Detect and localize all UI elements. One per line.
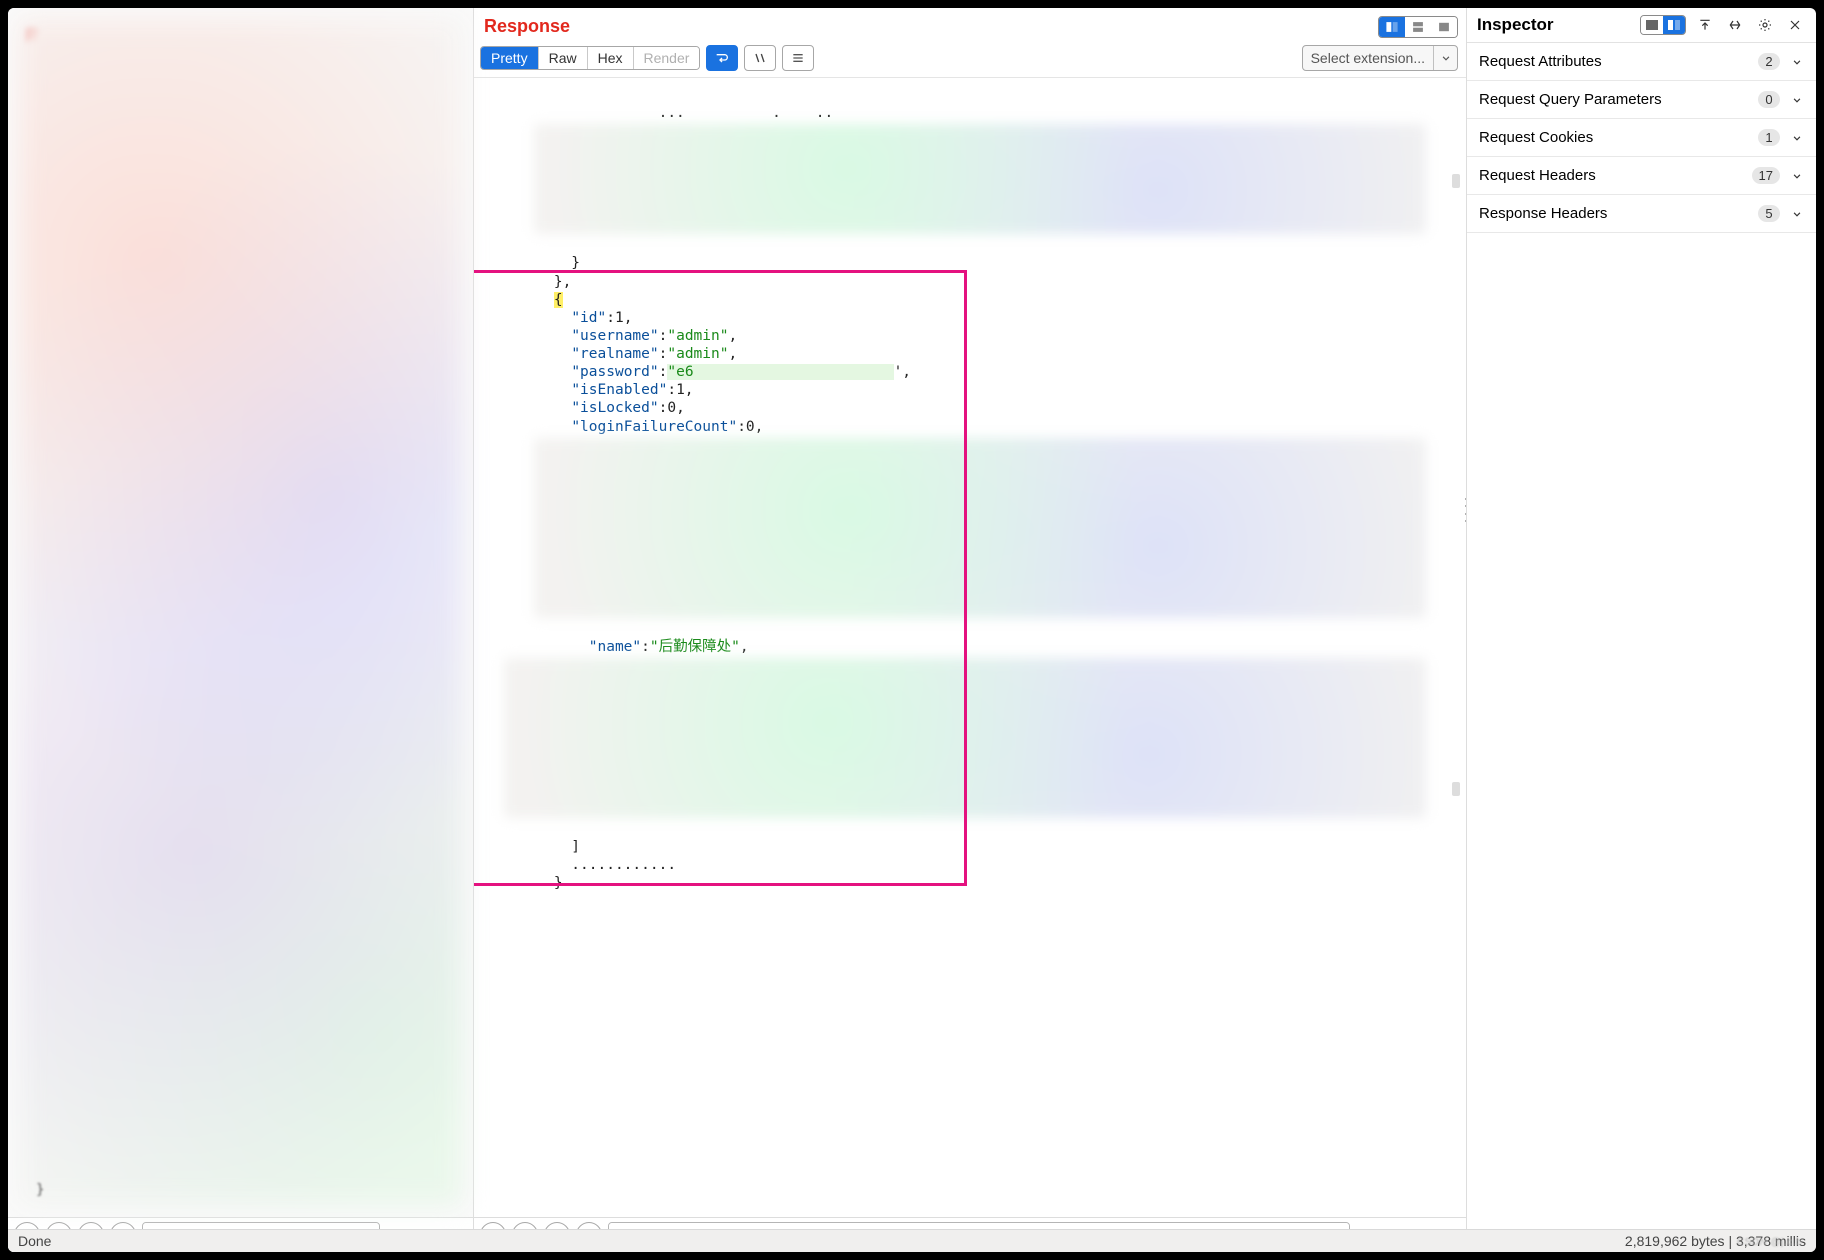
request-panel: R } 0 matches xyxy=(8,8,474,1252)
inspector-panel: Inspector Re xyxy=(1466,8,1816,1252)
accordion-request-cookies[interactable]: Request Cookies 1 xyxy=(1467,119,1816,157)
count-badge: 5 xyxy=(1758,205,1780,222)
inspector-layout-a[interactable] xyxy=(1641,16,1663,34)
count-badge: 17 xyxy=(1752,167,1780,184)
status-bar: Done 2,819,962 bytes | 3,378 millis xyxy=(8,1229,1816,1252)
layout-split-icon[interactable] xyxy=(1379,17,1405,37)
tab-pretty[interactable]: Pretty xyxy=(481,47,539,69)
tab-hex[interactable]: Hex xyxy=(588,47,634,69)
newline-icon[interactable] xyxy=(744,45,776,71)
request-body-blurred xyxy=(18,18,463,1207)
chevron-down-icon xyxy=(1433,46,1457,70)
response-tab-row: Pretty Raw Hex Render Select extension..… xyxy=(474,41,1466,78)
chevron-down-icon xyxy=(1790,55,1804,69)
status-done: Done xyxy=(18,1233,51,1249)
tab-raw[interactable]: Raw xyxy=(539,47,588,69)
inspector-layout-b[interactable] xyxy=(1663,16,1685,34)
request-close-brace: } xyxy=(36,1182,44,1198)
extension-select-label: Select extension... xyxy=(1303,47,1433,69)
chevron-down-icon xyxy=(1790,93,1804,107)
minimap[interactable] xyxy=(1452,174,1460,1157)
response-code[interactable]: ... . .. } }, { "id":1, "username":"admi… xyxy=(474,78,1466,1217)
count-badge: 2 xyxy=(1758,53,1780,70)
response-header: Response xyxy=(474,8,1466,41)
count-badge: 1 xyxy=(1758,129,1780,146)
code-blur-2 xyxy=(534,438,1426,618)
response-title: Response xyxy=(482,12,570,41)
wrap-toggle-icon[interactable] xyxy=(706,45,738,71)
accordion-request-headers[interactable]: Request Headers 17 xyxy=(1467,157,1816,195)
code-blur-1 xyxy=(534,124,1426,234)
accordion-response-headers[interactable]: Response Headers 5 xyxy=(1467,195,1816,233)
settings-gear-icon[interactable] xyxy=(1754,14,1776,36)
close-icon[interactable] xyxy=(1784,14,1806,36)
watermark: CSDN @j.c.b xyxy=(1737,1237,1802,1248)
response-code-text: ... . .. } }, { "id":1, "username":"admi… xyxy=(474,78,1466,1217)
resize-handle[interactable] xyxy=(1463,498,1466,522)
inspector-title: Inspector xyxy=(1477,15,1554,35)
layout-stack-icon[interactable] xyxy=(1405,17,1431,37)
response-panel: Response Pretty Raw Hex Render xyxy=(474,8,1466,1252)
accordion-request-attributes[interactable]: Request Attributes 2 xyxy=(1467,43,1816,81)
layout-segment xyxy=(1378,16,1458,38)
inspector-layout-segment xyxy=(1640,15,1686,35)
count-badge: 0 xyxy=(1758,91,1780,108)
highlight-brace: { xyxy=(554,292,563,308)
hamburger-icon[interactable] xyxy=(782,45,814,71)
tab-render[interactable]: Render xyxy=(634,47,700,69)
app-frame: R } 0 matches Response xyxy=(8,8,1816,1252)
chevron-down-icon xyxy=(1790,131,1804,145)
accordion-request-query-params[interactable]: Request Query Parameters 0 xyxy=(1467,81,1816,119)
chevron-down-icon xyxy=(1790,207,1804,221)
extension-select[interactable]: Select extension... xyxy=(1302,45,1458,71)
format-tabs: Pretty Raw Hex Render xyxy=(480,46,700,70)
split-icon[interactable] xyxy=(1724,14,1746,36)
code-blur-3 xyxy=(504,658,1426,818)
collapse-up-icon[interactable] xyxy=(1694,14,1716,36)
chevron-down-icon xyxy=(1790,169,1804,183)
inspector-header: Inspector xyxy=(1467,8,1816,43)
layout-full-icon[interactable] xyxy=(1431,17,1457,37)
